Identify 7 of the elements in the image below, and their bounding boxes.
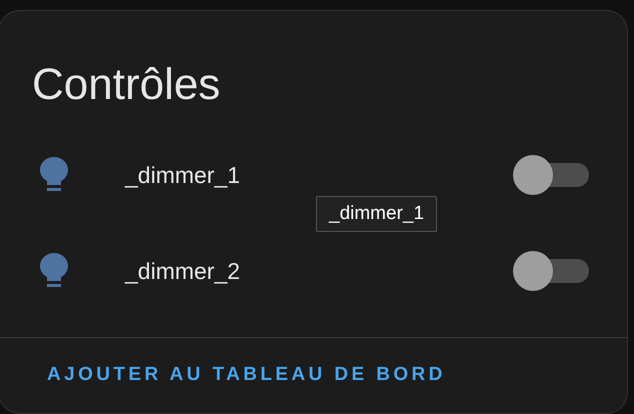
add-to-dashboard-button[interactable]: AJOUTER AU TABLEAU DE BORD — [47, 364, 446, 386]
entity-name[interactable]: _dimmer_2 — [125, 258, 240, 284]
card-title: Contrôles — [31, 59, 222, 111]
entity-name[interactable]: _dimmer_1 — [125, 162, 240, 188]
toggle-switch[interactable] — [513, 155, 589, 195]
toggle-switch[interactable] — [513, 251, 589, 291]
tooltip: _dimmer_1 — [316, 196, 438, 232]
